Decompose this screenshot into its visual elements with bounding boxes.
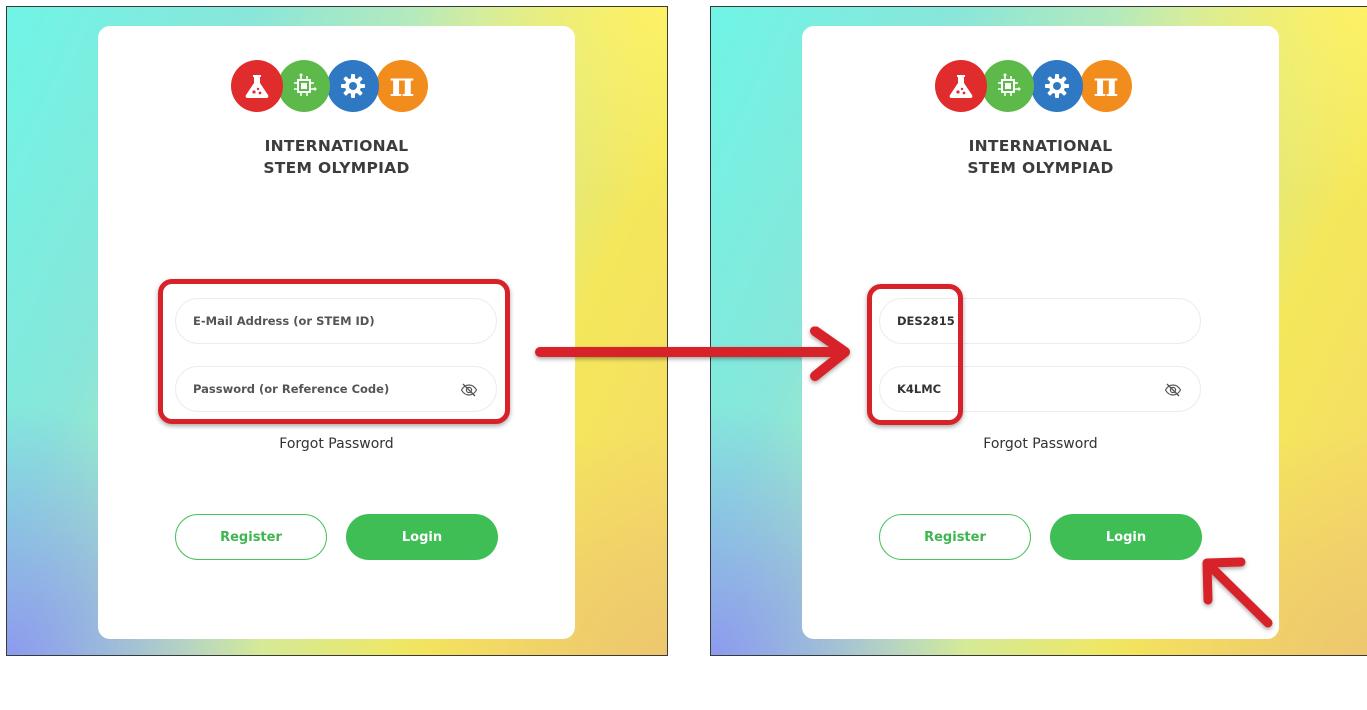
gear-icon (327, 60, 379, 112)
right-arrow-annotation (535, 326, 850, 381)
annotation-overlay (535, 326, 1273, 628)
pointer-arrow-annotation (1202, 557, 1273, 628)
pi-icon: π (1080, 60, 1132, 112)
circuit-chip-icon (982, 60, 1034, 112)
pi-icon: π (376, 60, 428, 112)
flask-icon (231, 60, 283, 112)
flask-icon (935, 60, 987, 112)
circuit-chip-icon (278, 60, 330, 112)
gear-icon (1031, 60, 1083, 112)
